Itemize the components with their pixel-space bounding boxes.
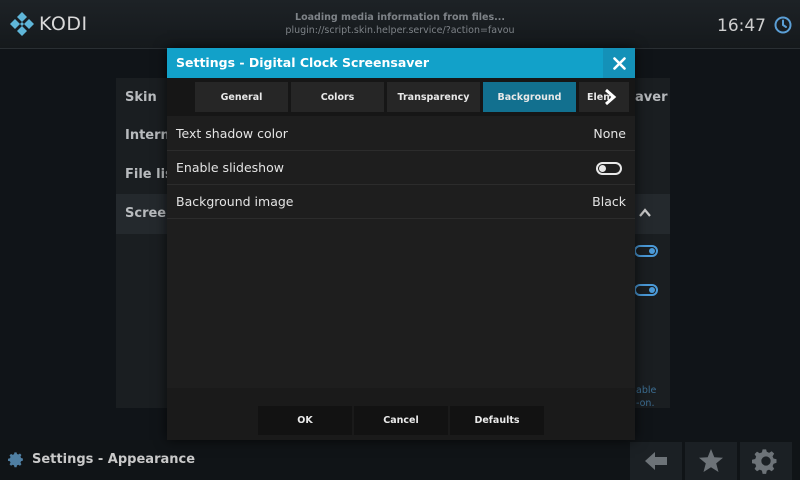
kodi-logo[interactable]: KODI: [10, 12, 88, 36]
background-toggle-on: [634, 245, 658, 257]
ok-button[interactable]: OK: [258, 406, 352, 435]
back-arrow-icon: [645, 452, 667, 470]
setting-text-shadow-color[interactable]: Text shadow color None: [167, 117, 635, 151]
clock-icon: [774, 16, 792, 34]
defaults-button[interactable]: Defaults: [450, 406, 544, 435]
favourites-button[interactable]: [685, 442, 737, 480]
gear-icon: [8, 452, 23, 468]
gear-icon: [752, 449, 777, 474]
kodi-logo-icon: [10, 12, 34, 36]
breadcrumb: Settings - Appearance: [8, 451, 195, 468]
top-bar: KODI Loading media information from file…: [0, 0, 800, 49]
settings-button[interactable]: [740, 442, 792, 480]
breadcrumb-title: Settings - Appearance: [32, 452, 196, 467]
tab-background[interactable]: Background: [483, 82, 576, 112]
background-menu-item-skin: Skin: [125, 90, 157, 105]
tab-transparency[interactable]: Transparency: [387, 82, 480, 112]
tab-general[interactable]: General: [195, 82, 288, 112]
setting-value: Black: [592, 194, 626, 209]
chevron-right-icon[interactable]: [603, 88, 617, 106]
background-right-text: able -on.: [636, 384, 656, 410]
setting-label: Text shadow color: [176, 126, 288, 141]
tab-bar: General Colors Transparency Background E…: [167, 78, 635, 116]
loading-line-2: plugin://script.skin.helper.service/?act…: [285, 25, 515, 36]
app-name: KODI: [39, 13, 88, 35]
clock-time: 16:47: [717, 16, 766, 36]
close-button[interactable]: [603, 48, 635, 78]
background-right-text-line-2: -on.: [636, 398, 655, 409]
tab-colors[interactable]: Colors: [291, 82, 384, 112]
cancel-button[interactable]: Cancel: [354, 406, 448, 435]
setting-background-image[interactable]: Background image Black: [167, 185, 635, 219]
setting-value: None: [593, 126, 626, 141]
back-button[interactable]: [630, 442, 682, 480]
background-menu-item-file-lists: File lis: [125, 167, 173, 182]
loading-line-1: Loading media information from files...: [295, 12, 505, 23]
background-right-text-line-1: able: [636, 385, 657, 396]
close-icon: [612, 56, 626, 70]
setting-label: Background image: [176, 194, 294, 209]
background-right-heading: aver: [635, 90, 668, 105]
settings-dialog: Settings - Digital Clock Screensaver Gen…: [167, 48, 635, 440]
setting-enable-slideshow[interactable]: Enable slideshow: [167, 151, 635, 185]
loading-status: Loading media information from files... …: [270, 11, 530, 37]
background-toggle-on: [634, 284, 658, 296]
slideshow-toggle[interactable]: [596, 162, 622, 175]
star-icon: [699, 449, 723, 472]
dialog-header: Settings - Digital Clock Screensaver: [167, 48, 635, 78]
dialog-title: Settings - Digital Clock Screensaver: [176, 55, 430, 70]
chevron-up-icon: [639, 208, 651, 217]
setting-label: Enable slideshow: [176, 160, 284, 175]
